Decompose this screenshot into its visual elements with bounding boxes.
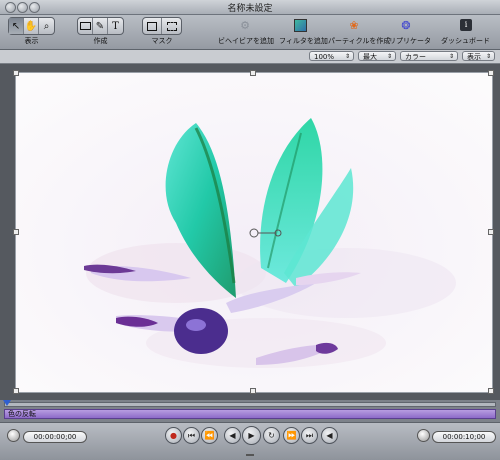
dashboard-label[interactable]: ダッシュボード xyxy=(441,36,490,46)
updown-arrow-icon: ⇕ xyxy=(386,53,392,60)
arrow-pointer-icon: ↖ xyxy=(11,20,21,32)
resize-grip-icon[interactable] xyxy=(246,454,254,456)
dashboard-info-icon[interactable]: i xyxy=(458,17,474,33)
create-particles-label[interactable]: パーティクルを作成 xyxy=(328,36,390,46)
add-filter-label[interactable]: フィルタを追加 xyxy=(279,36,328,46)
mask-tool-group xyxy=(142,17,182,35)
record-icon: ● xyxy=(170,431,177,440)
canvas-image[interactable] xyxy=(15,72,493,393)
go-to-end-button[interactable]: ⏭ xyxy=(301,427,318,444)
rectangle-mask-icon xyxy=(147,21,157,31)
go-to-start-button[interactable]: ⏮ xyxy=(183,427,200,444)
current-time-display[interactable]: 00:00:00;00 xyxy=(23,431,87,443)
go-to-start-icon: ⏮ xyxy=(187,430,196,440)
channel-select[interactable]: カラー ⇕ xyxy=(400,51,458,61)
go-to-end-icon: ⏭ xyxy=(305,430,314,440)
select-tool-button[interactable]: ↖ xyxy=(9,18,24,34)
pan-tool-button[interactable]: ✋ xyxy=(24,18,39,34)
replicator-label[interactable]: リプリケータ xyxy=(389,36,431,46)
particles-icon[interactable]: ❀ xyxy=(346,17,362,33)
play-button[interactable]: ▶ xyxy=(242,426,261,445)
step-forward-icon: ⏩ xyxy=(286,431,297,440)
rectangle-tool-button[interactable] xyxy=(78,18,93,34)
step-back-button[interactable]: ⏪ xyxy=(201,427,218,444)
loop-icon: ↻ xyxy=(268,431,275,440)
play-icon: ▶ xyxy=(248,431,255,440)
mask-group-label: マスク xyxy=(151,37,173,45)
updown-arrow-icon: ⇕ xyxy=(344,53,350,60)
hand-icon: ✋ xyxy=(24,20,38,32)
window-title: 名称未設定 xyxy=(227,4,273,14)
add-behavior-label[interactable]: ビヘイビアを追加 xyxy=(218,36,274,46)
speaker-icon: ◀ xyxy=(326,431,333,440)
resize-handle[interactable] xyxy=(13,229,19,235)
text-tool-button[interactable]: T xyxy=(108,18,123,34)
rectangle-icon xyxy=(79,22,91,30)
timecode-toggle-icon[interactable] xyxy=(7,429,20,442)
resize-handle[interactable] xyxy=(488,70,494,76)
zoom-level-select[interactable]: 100% ⇕ xyxy=(309,51,354,61)
create-group-label: 作成 xyxy=(93,37,108,45)
updown-arrow-icon: ⇕ xyxy=(448,53,454,60)
step-back-icon: ⏪ xyxy=(204,431,215,440)
resize-handle[interactable] xyxy=(250,388,256,394)
view-group-label: 表示 xyxy=(24,37,39,45)
view-tool-group: ↖ ✋ ⌕ xyxy=(8,17,55,35)
pen-tool-button[interactable]: ✎ xyxy=(93,18,108,34)
resize-handle[interactable] xyxy=(13,388,19,394)
audio-toggle-button[interactable]: ◀ xyxy=(321,427,338,444)
rectangle-mask-button[interactable] xyxy=(143,18,162,34)
create-tool-group: ✎ T xyxy=(77,17,124,35)
text-icon: T xyxy=(112,20,119,32)
toolbar: ↖ ✋ ⌕ 表示 ✎ T 作成 マスク ⚙ ビヘイビアを追加 フィルタを追加 ❀… xyxy=(0,15,500,50)
display-select[interactable]: 表示 ⇕ xyxy=(462,51,495,61)
timeline-track-bar[interactable]: 色の反転 xyxy=(4,409,496,419)
record-button[interactable]: ● xyxy=(165,427,182,444)
replicator-icon[interactable]: ❂ xyxy=(398,17,414,33)
bezier-mask-button[interactable] xyxy=(162,18,181,34)
zoom-tool-button[interactable]: ⌕ xyxy=(39,18,54,34)
add-behavior-gear-icon[interactable]: ⚙ xyxy=(237,17,253,33)
resize-handle[interactable] xyxy=(13,70,19,76)
canvas-options-bar: 100% ⇕ 最大 ⇕ カラー ⇕ 表示 ⇕ xyxy=(0,50,500,64)
add-filter-icon[interactable] xyxy=(292,17,308,33)
playhead-icon[interactable] xyxy=(3,400,11,406)
resolution-select[interactable]: 最大 ⇕ xyxy=(358,51,396,61)
play-backward-icon: ◀ xyxy=(229,431,236,440)
window-titlebar: 名称未設定 xyxy=(0,0,500,15)
step-forward-button[interactable]: ⏩ xyxy=(283,427,300,444)
play-backward-button[interactable]: ◀ xyxy=(224,427,241,444)
resize-handle[interactable] xyxy=(488,388,494,394)
duration-display[interactable]: 00:00:10;00 xyxy=(432,431,496,443)
duration-toggle-icon[interactable] xyxy=(417,429,430,442)
magnifier-icon: ⌕ xyxy=(43,20,50,32)
updown-arrow-icon: ⇕ xyxy=(485,53,491,60)
inverted-flower-image xyxy=(16,73,492,392)
resize-handle[interactable] xyxy=(488,229,494,235)
timeline-ruler[interactable] xyxy=(4,402,496,407)
pen-icon: ✎ xyxy=(95,20,105,32)
resize-handle[interactable] xyxy=(250,70,256,76)
loop-button[interactable]: ↻ xyxy=(263,427,280,444)
bezier-mask-icon xyxy=(166,21,177,31)
